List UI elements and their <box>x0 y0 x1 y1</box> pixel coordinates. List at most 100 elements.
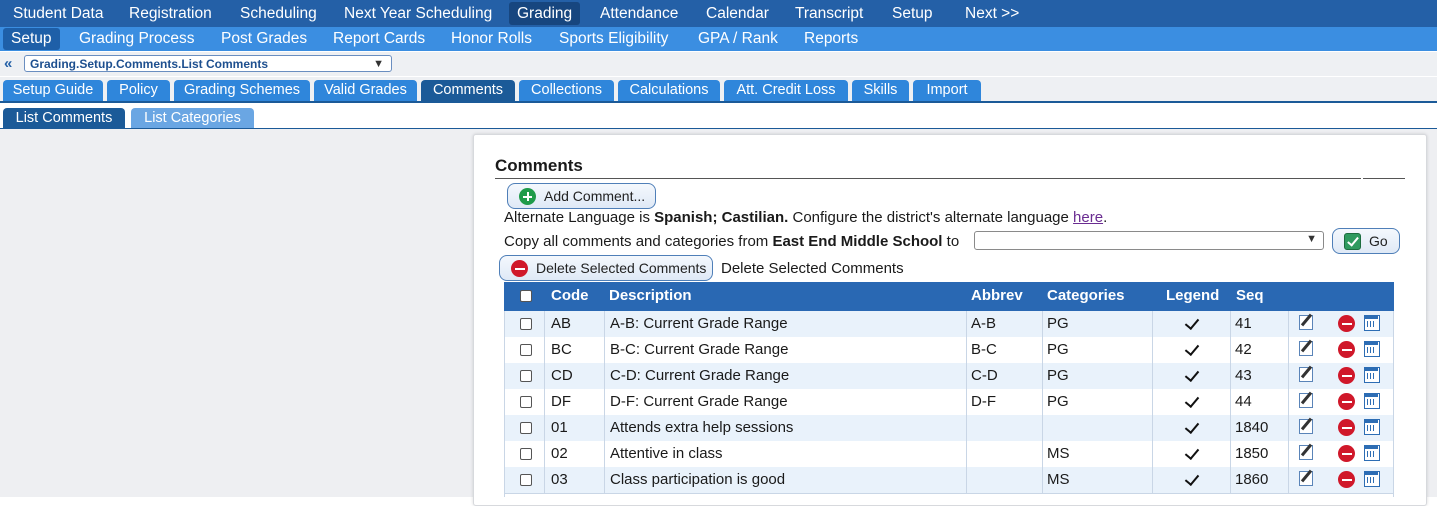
header-abbrev[interactable]: Abbrev <box>971 287 1023 304</box>
row-checkbox[interactable] <box>520 448 532 460</box>
edit-icon[interactable] <box>1299 367 1313 382</box>
edit-icon[interactable] <box>1299 393 1313 408</box>
breadcrumb-bar: « Grading.Setup.Comments.List Comments ▼ <box>0 52 1437 76</box>
subnav-grading-process[interactable]: Grading Process <box>71 28 202 50</box>
cell-code: 03 <box>551 471 568 488</box>
row-checkbox[interactable] <box>520 422 532 434</box>
column-separator <box>1042 467 1043 493</box>
legend-check-icon <box>1184 314 1200 331</box>
nav-attendance[interactable]: Attendance <box>592 2 686 25</box>
tab-calculations[interactable]: Calculations <box>618 80 720 101</box>
delete-icon[interactable] <box>1338 419 1355 436</box>
edit-icon[interactable] <box>1299 315 1313 330</box>
go-button[interactable]: Go <box>1332 228 1400 254</box>
delete-selected-button[interactable]: Delete Selected Comments <box>499 255 713 281</box>
header-seq[interactable]: Seq <box>1236 287 1264 304</box>
tab-collections[interactable]: Collections <box>519 80 614 101</box>
nav-next-year-scheduling[interactable]: Next Year Scheduling <box>336 2 500 25</box>
copy-prefix: Copy all comments and categories from <box>504 233 773 250</box>
column-separator <box>1288 311 1289 337</box>
edit-icon[interactable] <box>1299 471 1313 486</box>
cell-code: DF <box>551 393 571 410</box>
tab-grading-schemes[interactable]: Grading Schemes <box>174 80 310 101</box>
calendar-icon[interactable] <box>1364 367 1380 383</box>
title-divider-end <box>1363 178 1405 179</box>
calendar-icon[interactable] <box>1364 471 1380 487</box>
row-checkbox[interactable] <box>520 474 532 486</box>
column-separator <box>1288 415 1289 441</box>
column-separator <box>1042 441 1043 467</box>
cell-seq: 1840 <box>1235 419 1269 436</box>
secondary-nav: Setup Grading Process Post Grades Report… <box>0 27 1437 51</box>
subnav-post-grades[interactable]: Post Grades <box>213 28 315 50</box>
panel-title: Comments <box>495 156 583 175</box>
delete-icon[interactable] <box>1338 471 1355 488</box>
column-separator <box>1230 441 1231 467</box>
delete-icon[interactable] <box>1338 445 1355 462</box>
nav-transcript[interactable]: Transcript <box>787 2 871 25</box>
subnav-setup[interactable]: Setup <box>3 28 60 50</box>
nav-setup[interactable]: Setup <box>884 2 941 25</box>
target-school-select[interactable]: ▼ <box>974 231 1324 250</box>
calendar-icon[interactable] <box>1364 315 1380 331</box>
legend-check-icon <box>1184 444 1200 461</box>
tab-import[interactable]: Import <box>913 80 981 101</box>
nav-scheduling[interactable]: Scheduling <box>232 2 325 25</box>
alt-lang-here-link[interactable]: here <box>1073 209 1103 226</box>
tab-policy[interactable]: Policy <box>107 80 170 101</box>
subnav-honor-rolls[interactable]: Honor Rolls <box>443 28 540 50</box>
subnav-report-cards[interactable]: Report Cards <box>325 28 433 50</box>
delete-selected-label: Delete Selected Comments <box>536 260 707 276</box>
edit-icon[interactable] <box>1299 341 1313 356</box>
tab-comments[interactable]: Comments <box>421 80 515 101</box>
add-comment-button[interactable]: Add Comment... <box>507 183 656 209</box>
tab-skills[interactable]: Skills <box>852 80 909 101</box>
nav-registration[interactable]: Registration <box>121 2 220 25</box>
subnav-gpa-rank[interactable]: GPA / Rank <box>690 28 786 50</box>
edit-icon[interactable] <box>1299 419 1313 434</box>
calendar-icon[interactable] <box>1364 393 1380 409</box>
table-row: BC B-C: Current Grade Range B-C PG 42 <box>504 337 1394 363</box>
nav-next[interactable]: Next >> <box>957 2 1027 25</box>
column-separator <box>1042 337 1043 363</box>
calendar-icon[interactable] <box>1364 419 1380 435</box>
row-checkbox[interactable] <box>520 396 532 408</box>
tab-valid-grades[interactable]: Valid Grades <box>314 80 417 101</box>
row-checkbox[interactable] <box>520 318 532 330</box>
tab-setup-guide[interactable]: Setup Guide <box>3 80 103 101</box>
column-separator <box>1152 311 1153 337</box>
header-categories[interactable]: Categories <box>1047 287 1125 304</box>
tab-att-credit-loss[interactable]: Att. Credit Loss <box>724 80 848 101</box>
column-separator <box>1230 337 1231 363</box>
cell-description: A-B: Current Grade Range <box>610 315 788 332</box>
cell-code: 01 <box>551 419 568 436</box>
subnav-sports-eligibility[interactable]: Sports Eligibility <box>551 28 676 50</box>
column-separator <box>1152 441 1153 467</box>
breadcrumb-select[interactable]: Grading.Setup.Comments.List Comments ▼ <box>24 55 392 72</box>
cell-description: B-C: Current Grade Range <box>610 341 789 358</box>
subtab-list-comments[interactable]: List Comments <box>3 108 125 128</box>
chevron-down-icon: ▼ <box>373 58 384 70</box>
delete-icon[interactable] <box>1338 315 1355 332</box>
header-description[interactable]: Description <box>609 287 692 304</box>
subnav-reports[interactable]: Reports <box>796 28 866 50</box>
table-left-border <box>504 311 505 497</box>
delete-icon[interactable] <box>1338 393 1355 410</box>
cell-description: Class participation is good <box>610 471 786 488</box>
double-chevron-left-icon[interactable]: « <box>4 55 12 72</box>
delete-icon[interactable] <box>1338 367 1355 384</box>
nav-student-data[interactable]: Student Data <box>5 2 111 25</box>
edit-icon[interactable] <box>1299 445 1313 460</box>
select-all-checkbox[interactable] <box>520 290 532 302</box>
header-code[interactable]: Code <box>551 287 589 304</box>
subtab-list-categories[interactable]: List Categories <box>131 108 254 128</box>
row-checkbox[interactable] <box>520 370 532 382</box>
delete-icon[interactable] <box>1338 341 1355 358</box>
calendar-icon[interactable] <box>1364 341 1380 357</box>
nav-grading[interactable]: Grading <box>509 2 581 25</box>
go-label: Go <box>1369 233 1388 249</box>
row-checkbox[interactable] <box>520 344 532 356</box>
nav-calendar[interactable]: Calendar <box>698 2 777 25</box>
header-legend[interactable]: Legend <box>1166 287 1219 304</box>
calendar-icon[interactable] <box>1364 445 1380 461</box>
